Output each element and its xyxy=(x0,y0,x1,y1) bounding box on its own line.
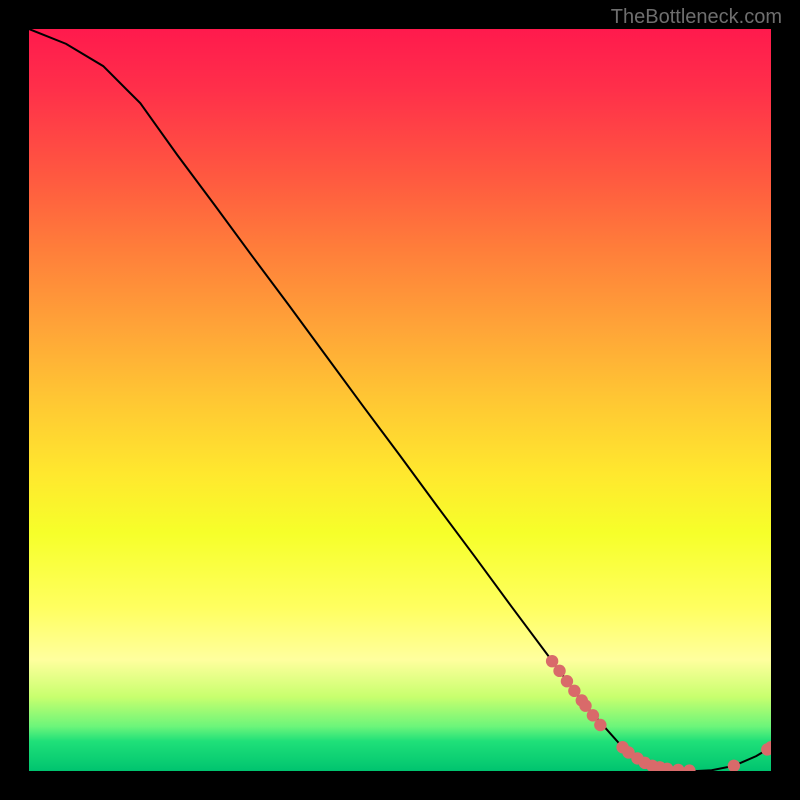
plot-area xyxy=(29,29,771,771)
curve-group xyxy=(29,29,771,771)
data-marker xyxy=(728,760,740,771)
data-marker xyxy=(672,764,684,771)
chart-container: TheBottleneck.com xyxy=(0,0,800,800)
chart-overlay xyxy=(29,29,771,771)
bottleneck-curve xyxy=(29,29,771,771)
watermark-text: TheBottleneck.com xyxy=(611,6,782,29)
markers-group xyxy=(546,655,771,771)
data-marker xyxy=(683,764,695,771)
data-marker xyxy=(553,665,565,677)
data-marker xyxy=(594,719,606,731)
